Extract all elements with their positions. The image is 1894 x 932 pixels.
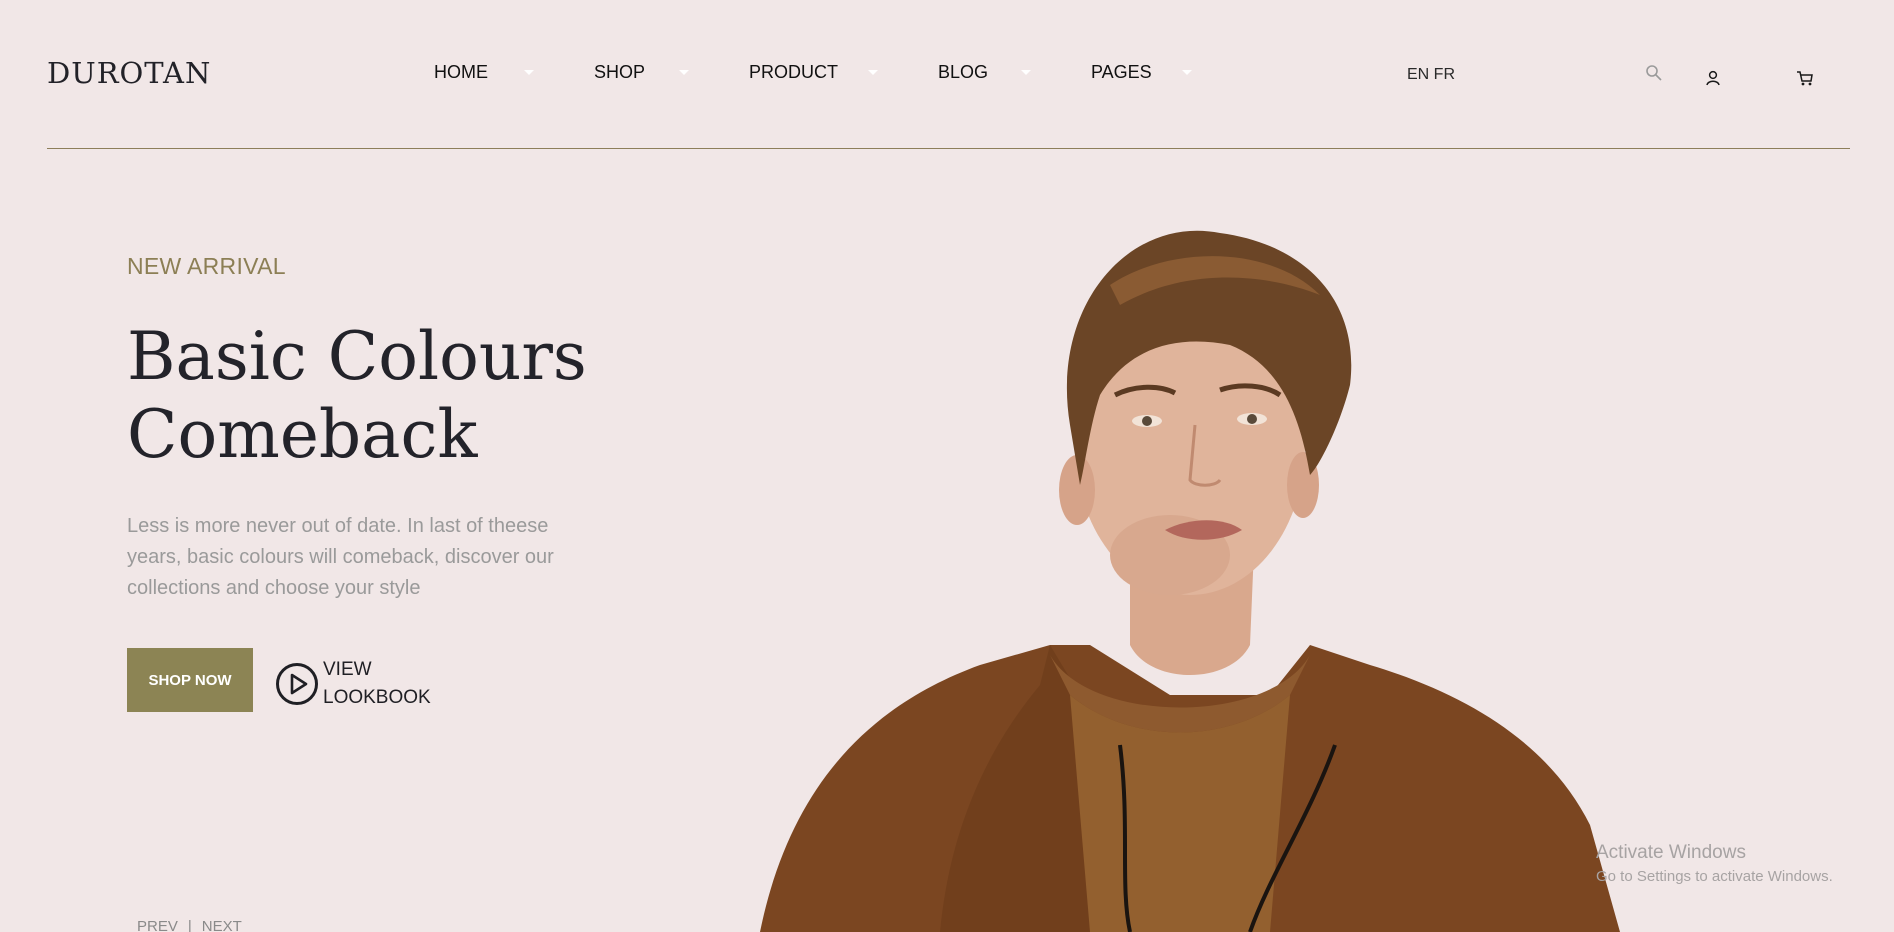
language-switcher[interactable]: EN FR: [1407, 66, 1455, 84]
windows-activation-watermark: Activate Windows Go to Settings to activ…: [1596, 842, 1833, 885]
hero-eyebrow: NEW ARRIVAL: [127, 253, 286, 279]
chevron-down-icon[interactable]: [868, 70, 878, 75]
hero-title-line2: Comeback: [127, 396, 478, 473]
header-divider: [47, 148, 1850, 149]
nav-item-shop[interactable]: SHOP: [594, 62, 645, 83]
hero-model-image: [760, 230, 1620, 932]
brand-logo[interactable]: DUROTAN: [47, 56, 211, 90]
hero-title: Basic Colours Comeback: [127, 318, 687, 474]
nav-item-pages[interactable]: PAGES: [1091, 62, 1152, 83]
slider-pager: PREV | NEXT: [137, 918, 242, 932]
lookbook-label-line2: LOOKBOOK: [323, 687, 431, 708]
nav-item-blog[interactable]: BLOG: [938, 62, 988, 83]
watermark-subtitle: Go to Settings to activate Windows.: [1596, 868, 1833, 885]
chevron-down-icon[interactable]: [1021, 70, 1031, 75]
lookbook-label[interactable]: VIEW LOOKBOOK: [323, 656, 433, 712]
chevron-down-icon[interactable]: [524, 70, 534, 75]
hero-title-line1: Basic Colours: [127, 318, 587, 395]
watermark-title: Activate Windows: [1596, 842, 1746, 863]
shop-now-button[interactable]: SHOP NOW: [127, 648, 253, 712]
hero-description: Less is more never out of date. In last …: [127, 515, 554, 599]
lookbook-label-line1: VIEW: [323, 659, 372, 680]
next-button[interactable]: NEXT: [202, 918, 242, 932]
search-icon[interactable]: [1645, 64, 1663, 87]
chevron-down-icon[interactable]: [1182, 70, 1192, 75]
play-icon[interactable]: [275, 662, 319, 706]
user-icon[interactable]: [1705, 70, 1721, 91]
view-lookbook-link[interactable]: VIEW LOOKBOOK: [275, 656, 433, 712]
prev-button[interactable]: PREV: [137, 918, 178, 932]
nav-item-product[interactable]: PRODUCT: [749, 62, 838, 83]
pager-separator: |: [187, 918, 192, 932]
chevron-down-icon[interactable]: [679, 70, 689, 75]
nav-item-home[interactable]: HOME: [434, 62, 488, 83]
cart-icon[interactable]: [1796, 69, 1814, 92]
